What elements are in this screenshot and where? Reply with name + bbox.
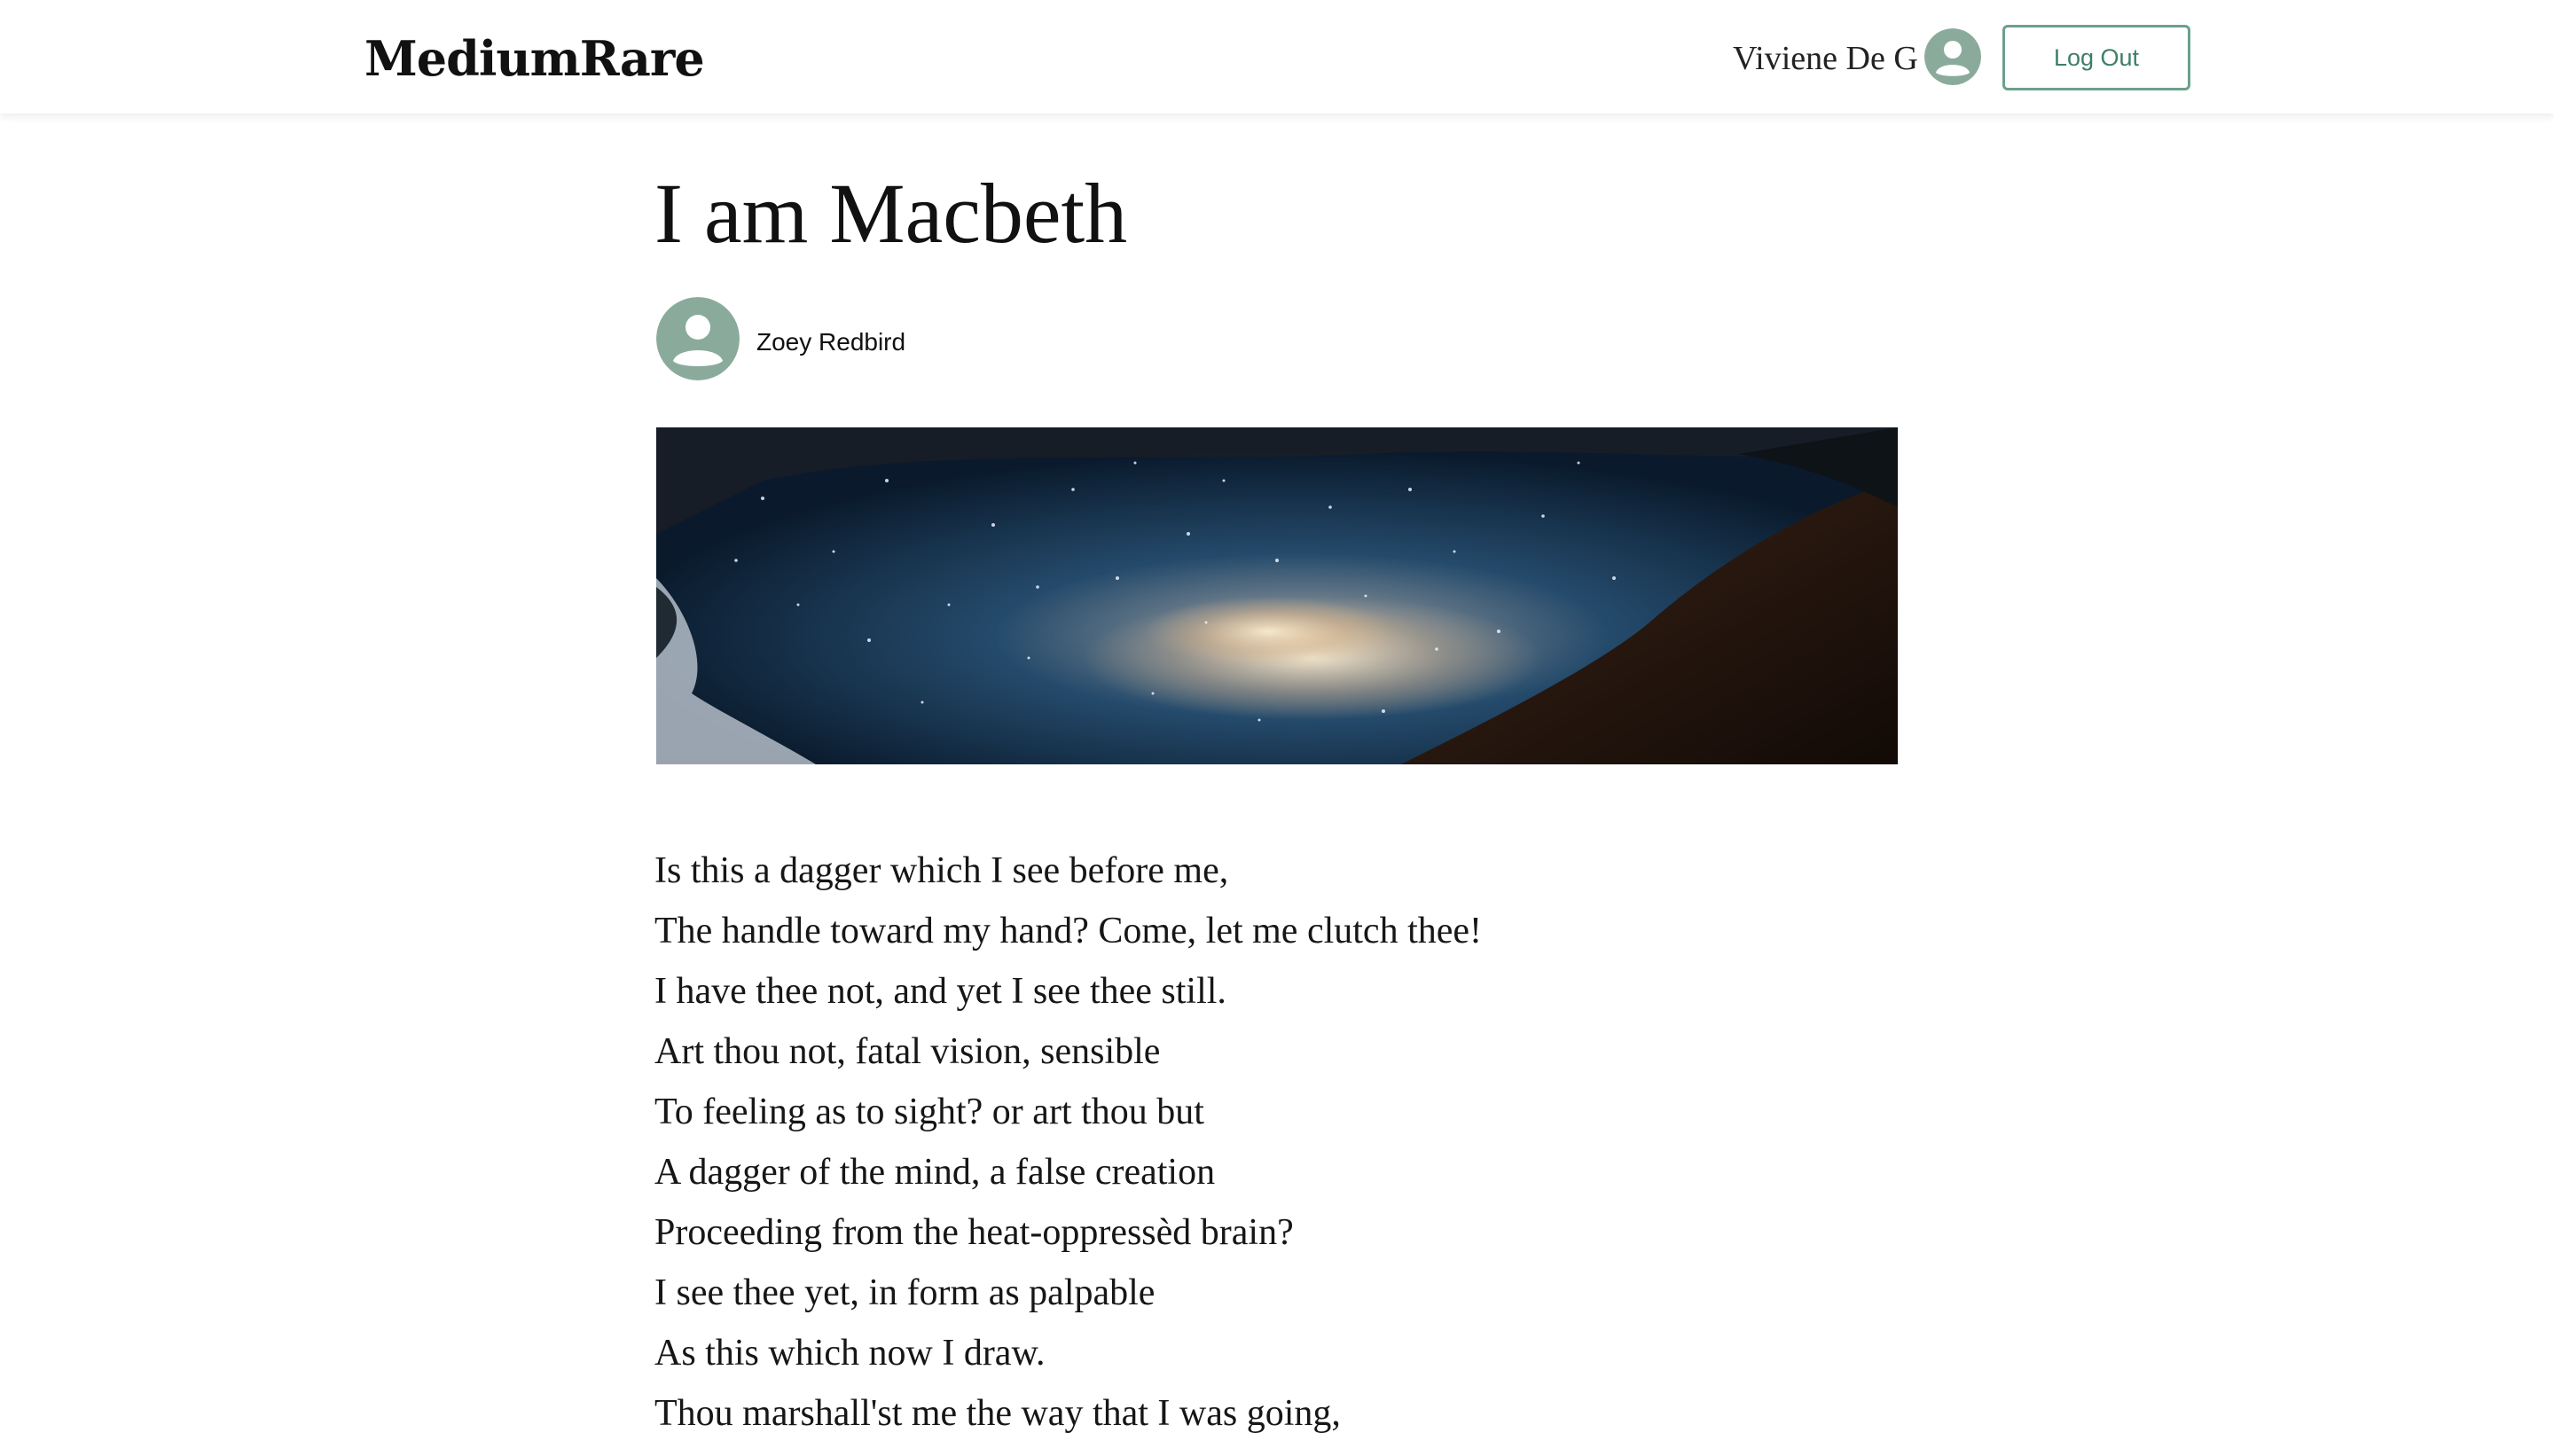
current-user-name[interactable]: Viviene De G [1733,34,1918,83]
author-name[interactable]: Zoey Redbird [756,325,905,360]
top-navbar: MediumRare Viviene De G Log Out [0,0,2554,114]
poem-line: Proceeding from the heat-oppressèd brain… [654,1212,1294,1253]
poem-line: Is this a dagger which I see before me, [654,850,1229,891]
cover-image [656,427,1898,764]
logout-button[interactable]: Log Out [2002,25,2190,90]
poem-line: A dagger of the mind, a false creation [654,1152,1216,1193]
article-title: I am Macbeth [654,166,1128,261]
poem-text: Is this a dagger which I see before me, … [654,841,1985,1444]
brand-logo[interactable]: MediumRare [364,27,705,90]
poem-line: I see thee yet, in form as palpable [654,1272,1156,1313]
poem-line: I have thee not, and yet I see thee stil… [654,971,1226,1012]
poem-line: As this which now I draw. [654,1333,1046,1374]
user-circle-icon[interactable] [1924,28,1981,85]
poem-line: To feeling as to sight? or art thou but [654,1092,1204,1132]
poem-line: Thou marshall'st me the way that I was g… [654,1393,1341,1434]
author-avatar-icon[interactable] [656,297,740,380]
poem-line: Art thou not, fatal vision, sensible [654,1031,1161,1072]
poem-line: The handle toward my hand? Come, let me … [654,911,1483,951]
